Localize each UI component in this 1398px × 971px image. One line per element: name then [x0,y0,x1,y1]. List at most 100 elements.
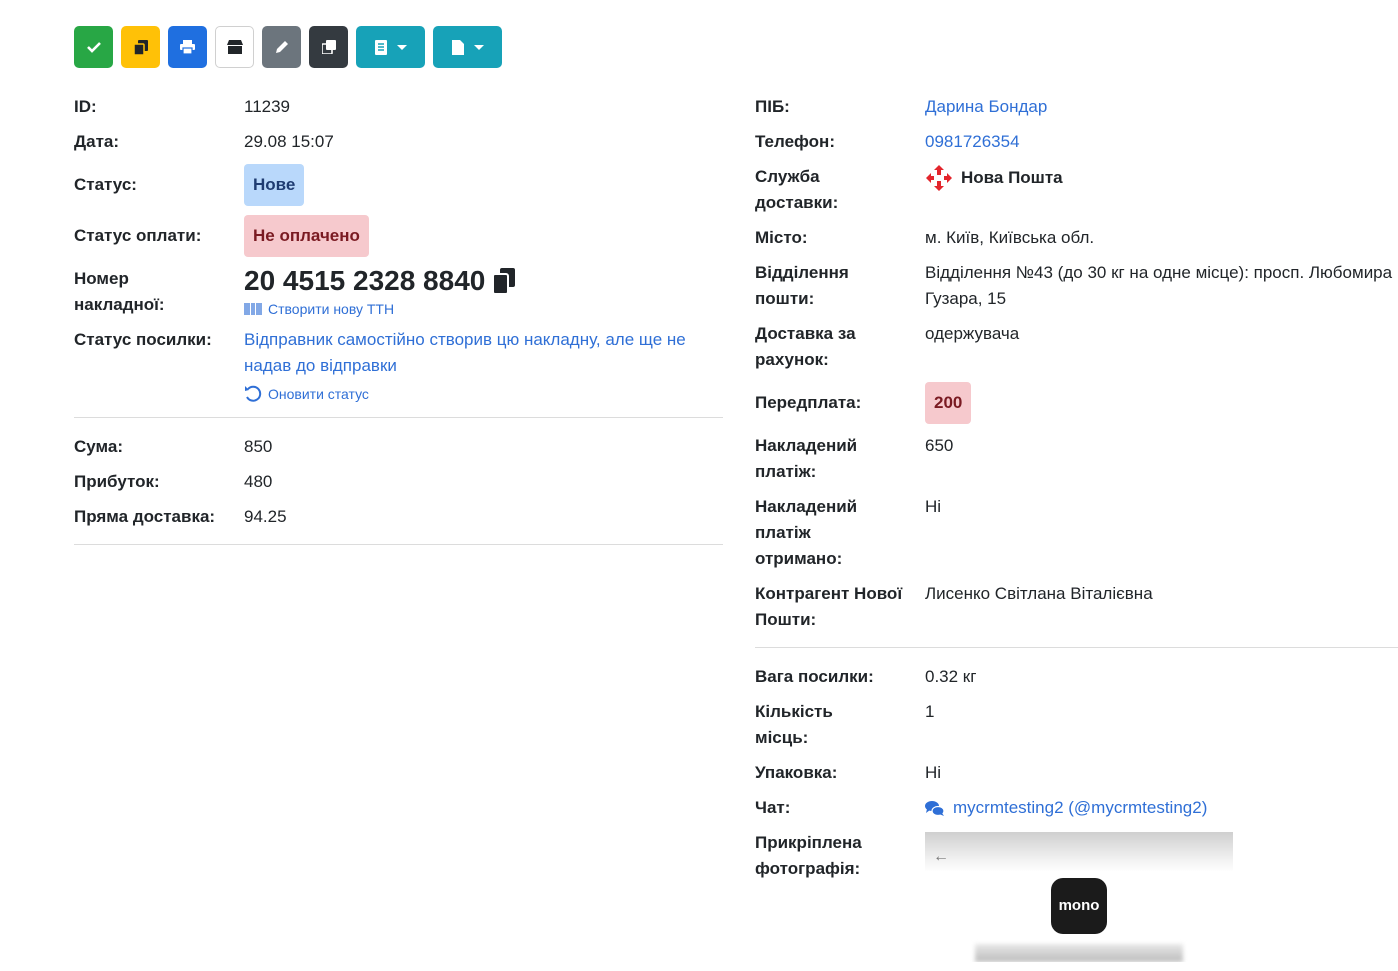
payer-value: одержувача [925,324,1020,343]
sum-label: Сума: [74,437,123,456]
parcel-status-link[interactable]: Відправник самостійно створив цю накладн… [244,330,686,375]
nova-poshta-logo-icon [926,165,952,191]
prepayment-badge: 200 [925,382,972,424]
parcel-status-label: Статус посилки: [74,330,212,349]
row-date: Дата: 29.08 15:07 [74,129,723,155]
waybill-label: Номер накладної: [74,269,165,314]
delivery-service-name: Нова Пошта [961,168,1063,187]
duplicate-button[interactable] [309,26,348,68]
name-label: ПІБ: [755,97,790,116]
copy-icon[interactable] [493,268,516,294]
row-sum: Сума: 850 [74,434,723,460]
customer-details: ПІБ: Дарина Бондар Телефон: 0981726354 С… [755,94,1398,971]
sum-value: 850 [244,437,273,456]
confirm-button[interactable] [74,26,113,68]
photo-blurred-text [975,944,1183,962]
barcode-icon [244,303,262,315]
row-photo: Прикріплена фотографія: ← mono [755,830,1398,962]
direct-delivery-value: 94.25 [244,507,287,526]
row-chat: Чат: mycrmtesting2 (@mycrmtesting2) [755,795,1398,821]
print-icon [180,40,195,54]
document-menu-button[interactable] [433,26,502,68]
refresh-status-link[interactable]: Оновити статус [268,385,369,403]
counterparty-label: Контрагент Нової Пошти: [755,584,903,629]
places-value: 1 [925,702,935,721]
receipt-menu-button[interactable] [356,26,425,68]
row-profit: Прибуток: 480 [74,469,723,495]
row-delivery-service: Служба доставки: Нова Пошта [755,164,1398,216]
row-id: ID: 11239 [74,94,723,120]
cod-value: 650 [925,436,954,455]
city-label: Місто: [755,228,808,247]
order-details: ID: 11239 Дата: 29.08 15:07 Статус: Нове… [74,94,723,561]
direct-delivery-label: Пряма доставка: [74,507,216,526]
weight-value: 0.32 кг [925,667,977,686]
chat-link[interactable]: mycrmtesting2 (@mycrmtesting2) [953,795,1207,821]
counterparty-value: Лисенко Світлана Віталієвна [925,584,1153,603]
chat-icon [925,800,945,816]
row-name: ПІБ: Дарина Бондар [755,94,1398,120]
row-parcel-status: Статус посилки: Відправник самостійно ст… [74,327,723,403]
branch-label: Відділення пошти: [755,263,849,308]
phone-link[interactable]: 0981726354 [925,132,1020,151]
delivery-service-label: Служба доставки: [755,167,839,212]
photo-label: Прикріплена фотографія: [755,833,862,878]
payment-status-label: Статус оплати: [74,226,202,245]
row-places: Кількість місць: 1 [755,699,1398,751]
chevron-down-icon [396,44,407,50]
phone-label: Телефон: [755,132,835,151]
row-cod: Накладений платіж: 650 [755,433,1398,485]
row-prepayment: Передплата: 200 [755,382,1398,424]
print-button[interactable] [168,26,207,68]
city-value: м. Київ, Київська обл. [925,228,1095,247]
row-status: Статус: Нове [74,164,723,206]
prepayment-label: Передплата: [755,393,862,412]
photo-header [925,832,1233,872]
row-weight: Вага посилки: 0.32 кг [755,664,1398,690]
customer-name-link[interactable]: Дарина Бондар [925,97,1047,116]
row-cod-received: Накладений платіж отримано: Ні [755,494,1398,572]
row-payment-status: Статус оплати: Не оплачено [74,215,723,257]
create-ttn-link[interactable]: Створити нову ТТН [268,300,394,318]
order-date: 29.08 15:07 [244,132,334,151]
row-branch: Відділення пошти: Відділення №43 (до 30 … [755,260,1398,312]
payment-status-badge[interactable]: Не оплачено [244,215,369,257]
attached-photo[interactable]: ← mono [925,832,1233,962]
row-phone: Телефон: 0981726354 [755,129,1398,155]
row-waybill: Номер накладної: 20 4515 2328 8840 Створ… [74,266,723,318]
row-packaging: Упаковка: Ні [755,760,1398,786]
date-label: Дата: [74,132,120,151]
chat-label: Чат: [755,798,791,817]
divider [74,417,723,418]
chevron-down-icon [473,44,484,50]
box-button[interactable] [215,26,254,68]
profit-label: Прибуток: [74,472,160,491]
id-label: ID: [74,97,97,116]
document-icon [451,39,464,55]
copy-icon [133,39,148,55]
cod-label: Накладений платіж: [755,436,858,481]
weight-label: Вага посилки: [755,667,874,686]
box-icon [226,40,243,54]
cod-received-value: Ні [925,497,942,516]
back-arrow-icon: ← [933,848,949,865]
status-badge[interactable]: Нове [244,164,305,206]
pencil-icon [275,41,288,53]
order-id: 11239 [244,97,291,116]
toolbar [74,26,502,68]
divider [74,544,723,545]
profit-value: 480 [244,472,273,491]
edit-button[interactable] [262,26,301,68]
places-label: Кількість місць: [755,702,833,747]
row-direct-delivery: Пряма доставка: 94.25 [74,504,723,530]
packaging-value: Ні [925,763,942,782]
status-label: Статус: [74,175,137,194]
clone-icon [321,40,336,54]
divider [755,647,1398,648]
row-counterparty: Контрагент Нової Пошти: Лисенко Світлана… [755,581,1398,633]
copy-button[interactable] [121,26,160,68]
check-icon [86,42,101,53]
waybill-number: 20 4515 2328 8840 [244,265,486,296]
receipt-icon [374,39,387,55]
mono-logo: mono [1051,878,1107,934]
